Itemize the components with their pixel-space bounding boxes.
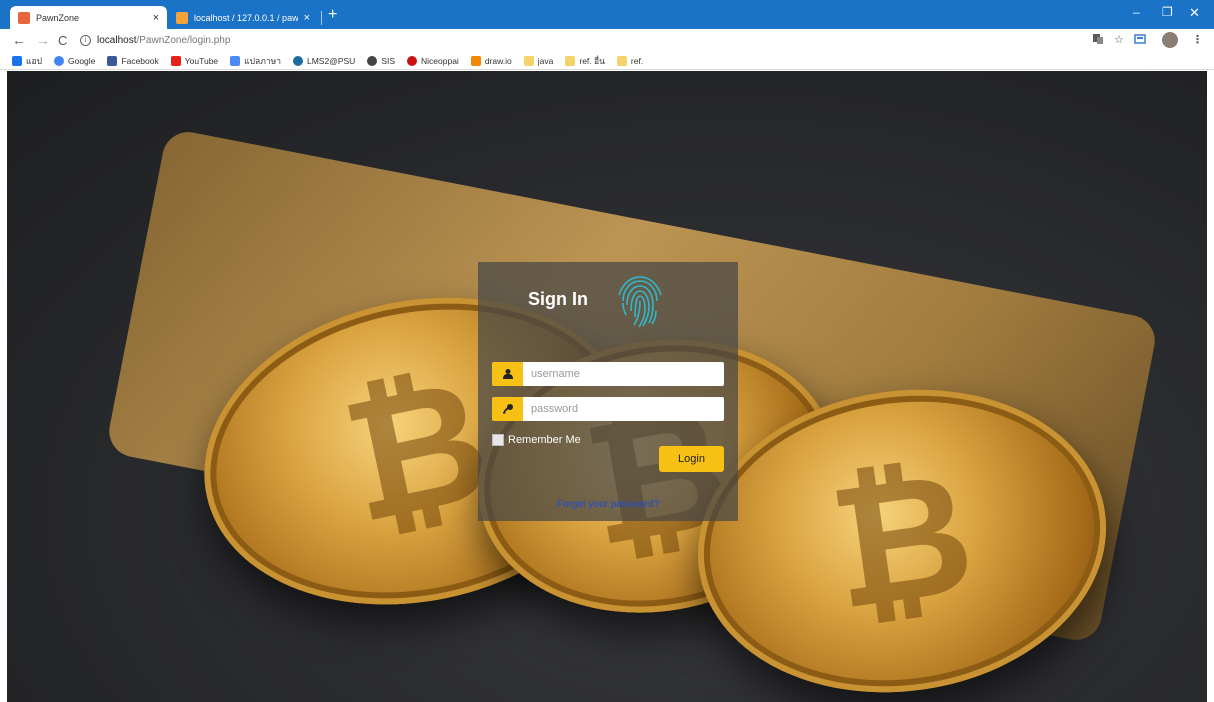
folder-icon <box>565 55 576 66</box>
new-tab-button[interactable]: + <box>328 6 337 24</box>
remember-me-label: Remember Me <box>508 434 581 446</box>
url-path: /PawnZone/login.php <box>136 35 231 46</box>
youtube-icon <box>170 55 181 66</box>
bookmark-star-icon[interactable]: ☆ <box>1114 33 1124 46</box>
password-row <box>492 397 724 421</box>
drawio-icon <box>470 55 481 66</box>
bookmark-item[interactable]: แปลภาษา <box>230 54 281 68</box>
username-input[interactable] <box>523 362 724 386</box>
phpmyadmin-favicon-icon <box>176 11 188 24</box>
login-panel: Sign In Remember Me Log <box>478 262 738 521</box>
key-icon <box>492 397 523 421</box>
bookmark-item[interactable]: draw.io <box>470 55 512 66</box>
lms-icon <box>293 55 303 66</box>
address-bar: ← → C i localhost/PawnZone/login.php ☆ ⋮ <box>0 29 1214 52</box>
pawnzone-favicon-icon <box>18 11 30 24</box>
sis-icon <box>367 55 378 66</box>
forward-arrow-icon[interactable]: → <box>36 32 50 48</box>
restore-button[interactable]: ❐ <box>1162 5 1173 19</box>
bookmark-item[interactable]: แอป <box>12 54 42 68</box>
niceoppai-icon <box>407 55 418 66</box>
translate-icon <box>230 55 241 66</box>
extension-icon[interactable] <box>1134 33 1146 48</box>
bookmark-folder[interactable]: ref. อื่น <box>565 54 605 68</box>
translate-icon[interactable] <box>1092 33 1104 48</box>
menu-kebab-icon[interactable]: ⋮ <box>1192 33 1203 46</box>
back-arrow-icon[interactable]: ← <box>12 32 26 48</box>
remember-me-checkbox[interactable]: Remember Me <box>492 434 581 446</box>
bookmark-folder[interactable]: java <box>523 55 553 66</box>
site-info-icon[interactable]: i <box>80 35 91 46</box>
tab-close-icon[interactable]: × <box>153 12 159 24</box>
bookmark-item[interactable]: Google <box>53 55 95 66</box>
apps-grid-icon <box>12 55 22 66</box>
bookmark-item[interactable]: Niceoppai <box>407 55 459 66</box>
forgot-password-link[interactable]: Forgot your password? <box>478 499 738 510</box>
bookmark-folder[interactable]: ref. <box>616 55 643 66</box>
password-input[interactable] <box>523 397 724 421</box>
url-input[interactable]: i localhost/PawnZone/login.php <box>80 32 1070 49</box>
checkbox-box[interactable] <box>492 434 504 446</box>
google-icon <box>53 55 64 66</box>
folder-icon <box>616 55 627 66</box>
bookmark-item[interactable]: YouTube <box>170 55 218 66</box>
close-window-button[interactable]: ✕ <box>1189 5 1200 21</box>
username-row <box>492 362 724 386</box>
folder-icon <box>523 55 534 66</box>
url-host: localhost <box>97 35 137 46</box>
page-viewport: ₿ ₿ ₿ Sign In Remembe <box>7 71 1207 702</box>
bookmark-item[interactable]: LMS2@PSU <box>293 55 355 66</box>
bookmark-item[interactable]: Facebook <box>107 55 159 66</box>
page-title: Sign In <box>528 289 588 309</box>
fingerprint-icon <box>618 276 662 328</box>
profile-avatar[interactable] <box>1162 32 1178 48</box>
tab-divider <box>321 11 322 25</box>
tab-title: localhost / 127.0.0.1 / pawnzone <box>194 12 298 23</box>
tab-title: PawnZone <box>36 12 80 23</box>
bookmark-item[interactable]: SIS <box>367 55 395 66</box>
facebook-icon <box>107 55 118 66</box>
tab-phpmyadmin[interactable]: localhost / 127.0.0.1 / pawnzone × <box>168 6 318 29</box>
bookmarks-bar: แอป Google Facebook YouTube แปลภาษา LMS2… <box>0 52 1214 70</box>
user-icon <box>492 362 523 386</box>
browser-tab-strip: PawnZone × localhost / 127.0.0.1 / pawnz… <box>0 0 1214 29</box>
minimize-button[interactable]: – <box>1133 5 1140 19</box>
tab-close-icon[interactable]: × <box>304 12 310 24</box>
login-button[interactable]: Login <box>659 446 724 472</box>
tab-pawnzone[interactable]: PawnZone × <box>10 6 167 29</box>
reload-icon[interactable]: C <box>58 33 67 48</box>
